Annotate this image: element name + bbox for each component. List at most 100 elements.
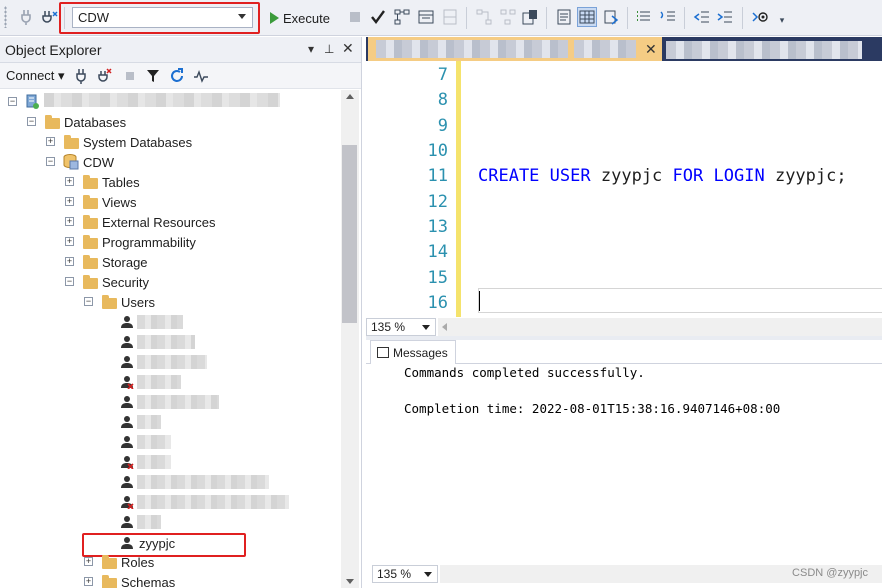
client-statistics-icon[interactable] [520, 7, 540, 27]
user-icon [121, 396, 133, 408]
user-name-redacted [137, 315, 183, 329]
expand-schemas-icon[interactable]: + [84, 577, 93, 586]
scroll-up-icon[interactable] [346, 94, 354, 99]
folder-icon [64, 135, 79, 149]
specify-template-values-icon[interactable] [750, 7, 770, 27]
tree-node-storage[interactable]: Storage [102, 252, 148, 272]
line-number: 7 [437, 65, 448, 85]
user-icon [121, 436, 133, 448]
sql-keyword: CREATE [478, 166, 540, 186]
stop-icon[interactable] [122, 68, 138, 84]
actual-plan-icon[interactable] [498, 7, 518, 27]
connect-label: Connect [6, 67, 55, 83]
user-icon [121, 416, 133, 428]
refresh-icon[interactable] [169, 68, 185, 84]
estimated-plan-icon[interactable] [474, 7, 494, 27]
activity-monitor-icon[interactable] [193, 68, 209, 84]
sql-identifier: zyypjc [600, 166, 663, 186]
tree-node-views[interactable]: Views [102, 192, 136, 212]
tree-node-cdw[interactable]: CDW [83, 152, 114, 172]
results-to-grid-icon[interactable] [577, 7, 597, 27]
toolbar-overflow-icon[interactable]: ▾ [772, 10, 792, 30]
highlight-new-user [82, 533, 246, 557]
scroll-down-icon[interactable] [346, 579, 354, 584]
disabled-user-icon [121, 456, 134, 469]
tree-node-roles[interactable]: Roles [121, 552, 154, 572]
collapse-databases-icon[interactable]: − [27, 117, 36, 126]
change-tracking-bar [456, 61, 461, 317]
tree-node-databases[interactable]: Databases [64, 112, 126, 132]
collapse-security-icon[interactable]: − [65, 277, 74, 286]
disconnect-icon[interactable] [96, 68, 112, 84]
uncomment-lines-icon[interactable] [658, 7, 678, 27]
collapse-users-icon[interactable]: − [84, 297, 93, 306]
execute-button[interactable]: Execute [270, 8, 330, 28]
object-explorer-scrollbar[interactable] [341, 90, 359, 588]
toolbar-grip[interactable] [4, 6, 7, 28]
play-icon [270, 12, 279, 24]
object-explorer-toolbar: Connect ▾ [0, 63, 361, 89]
text-caret [479, 291, 480, 311]
scrollbar-thumb[interactable] [342, 145, 357, 323]
tree-node-external-resources[interactable]: External Resources [102, 212, 215, 232]
display-plan-icon[interactable] [392, 7, 412, 27]
user-name-redacted [137, 515, 161, 529]
expand-storage-icon[interactable]: + [65, 257, 74, 266]
tree-node-system-databases[interactable]: System Databases [83, 132, 192, 152]
results-to-file-icon[interactable] [601, 7, 621, 27]
window-position-icon[interactable]: ▾ [308, 42, 314, 56]
folder-icon [83, 215, 98, 229]
connect-icon[interactable] [16, 7, 36, 27]
increase-indent-icon[interactable] [715, 7, 735, 27]
execute-label: Execute [283, 10, 330, 26]
query-options-icon[interactable] [416, 7, 436, 27]
expand-roles-icon[interactable]: + [84, 557, 93, 566]
messages-tab[interactable]: Messages [370, 340, 456, 364]
query-tab-active[interactable]: ✕ [368, 37, 662, 61]
line-number: 16 [427, 293, 448, 313]
folder-icon [102, 555, 117, 569]
tree-node-security[interactable]: Security [102, 272, 149, 292]
editor-horizontal-scrollbar[interactable] [438, 318, 882, 336]
collapse-server-icon[interactable]: − [8, 97, 17, 106]
pin-icon[interactable]: ⊥ [324, 42, 334, 56]
results-to-text-icon[interactable] [554, 7, 574, 27]
plug-icon[interactable] [74, 68, 90, 84]
line-number: 12 [427, 192, 448, 212]
chevron-down-icon [422, 325, 430, 330]
user-name-redacted [137, 435, 171, 449]
tree-node-tables[interactable]: Tables [102, 172, 140, 192]
decrease-indent-icon[interactable] [692, 7, 712, 27]
user-name-redacted [137, 455, 171, 469]
editor-zoom-value: 135 % [371, 320, 406, 334]
folder-icon [83, 195, 98, 209]
expand-tables-icon[interactable]: + [65, 177, 74, 186]
expand-programmability-icon[interactable]: + [65, 237, 74, 246]
connect-dropdown[interactable]: Connect ▾ [6, 68, 65, 84]
scroll-left-icon[interactable] [442, 323, 447, 331]
user-name-redacted [137, 395, 219, 409]
filter-icon[interactable] [145, 68, 161, 84]
comment-lines-icon[interactable] [634, 7, 654, 27]
message-line: Completion time: 2022-08-01T15:38:16.940… [404, 401, 781, 416]
parse-checkmark-icon[interactable] [368, 7, 388, 27]
change-connection-icon[interactable] [40, 7, 60, 27]
expand-views-icon[interactable]: + [65, 197, 74, 206]
stop-icon[interactable] [345, 7, 365, 27]
close-icon[interactable]: ✕ [342, 40, 354, 57]
sql-code-editor[interactable]: CREATE USER zyypjc FOR LOGIN zyypjc; [478, 61, 882, 317]
expand-external-resources-icon[interactable]: + [65, 217, 74, 226]
disabled-user-icon [121, 376, 134, 389]
tree-node-programmability[interactable]: Programmability [102, 232, 196, 252]
results-zoom-select[interactable]: 135 % [372, 565, 438, 583]
user-name-redacted [137, 495, 289, 509]
intellisense-icon[interactable] [440, 7, 460, 27]
tree-node-users[interactable]: Users [121, 292, 155, 312]
inactive-tab-redacted[interactable] [666, 41, 862, 59]
collapse-cdw-icon[interactable]: − [46, 157, 55, 166]
close-tab-icon[interactable]: ✕ [645, 41, 657, 58]
editor-zoom-select[interactable]: 135 % [366, 318, 436, 336]
folder-icon [102, 295, 117, 309]
expand-system-databases-icon[interactable]: + [46, 137, 55, 146]
tree-node-schemas[interactable]: Schemas [121, 572, 175, 588]
